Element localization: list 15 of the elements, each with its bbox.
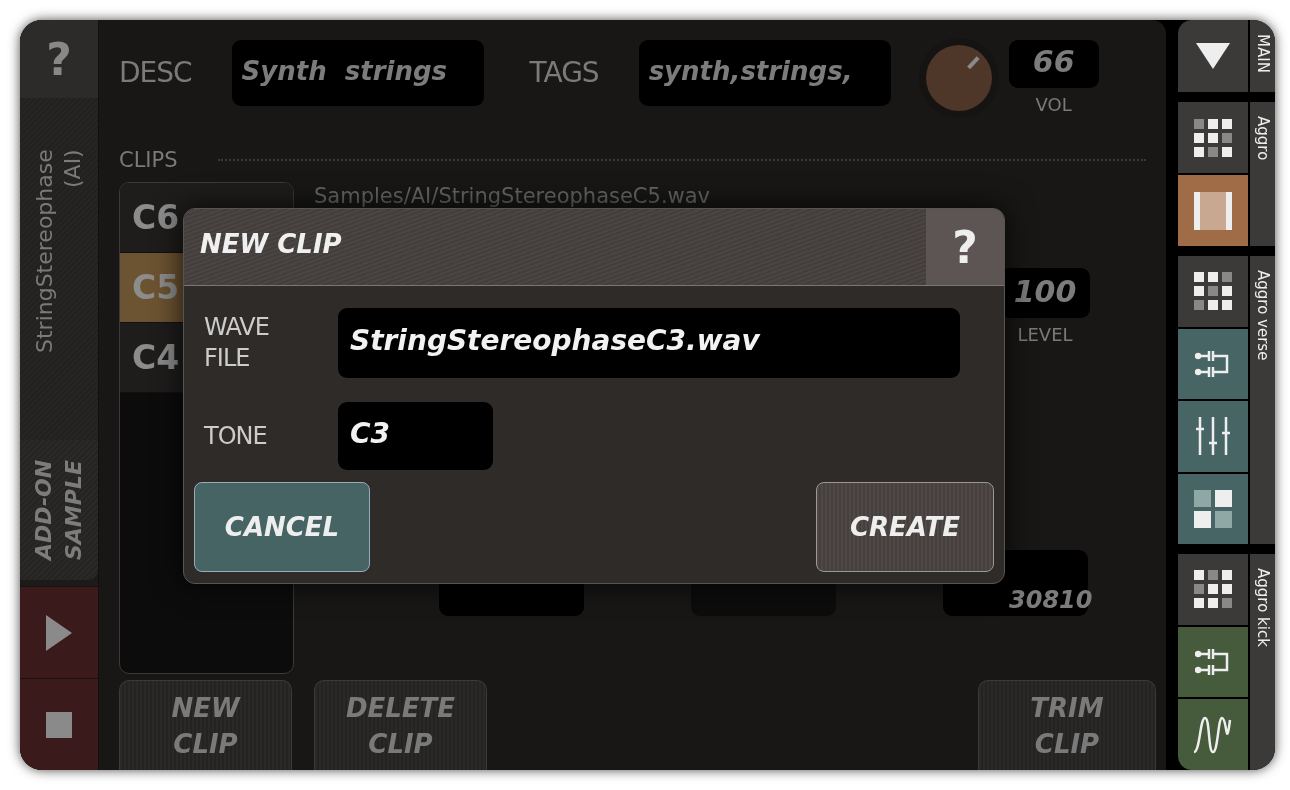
level-label: LEVEL [1017, 323, 1073, 345]
dialog-title: NEW CLIP [199, 228, 343, 261]
group-label: MAIN [1253, 34, 1272, 73]
clips-label: CLIPS [119, 147, 178, 172]
file-path: Samples/AI/StringStereophaseC5.wav [314, 183, 712, 208]
group-label: Aggro verse [1253, 270, 1272, 361]
group-label: Aggro [1253, 116, 1272, 161]
volume-label: VOL [1035, 94, 1072, 115]
group-label: Aggro kick [1253, 568, 1272, 647]
tone-label: TONE [204, 420, 268, 452]
volume-value: 66 [1008, 40, 1099, 88]
tags-label: TAGS [529, 56, 599, 89]
instrument-title: StringStereophase (AI) [31, 149, 86, 355]
desc-label: DESC [119, 56, 192, 89]
wave-file-label: WAVE FILE [204, 312, 270, 374]
